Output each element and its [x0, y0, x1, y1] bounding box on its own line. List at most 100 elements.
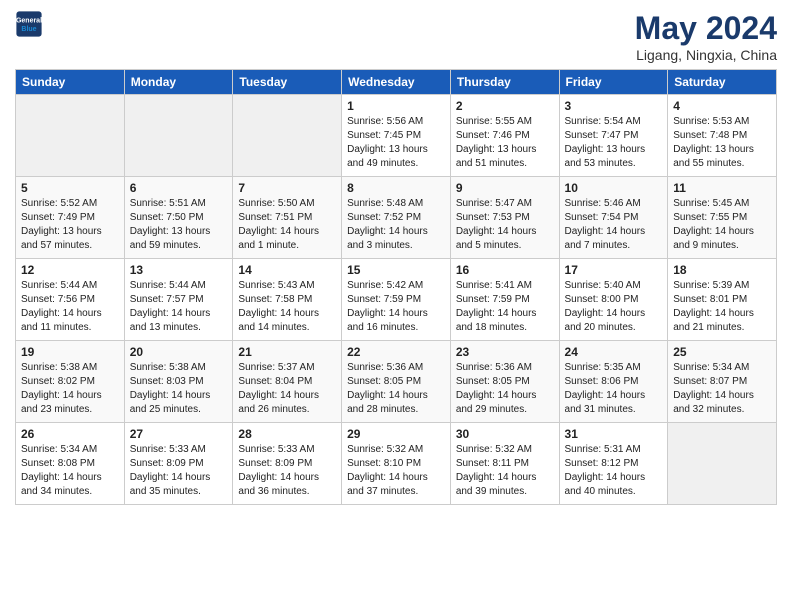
day-info: Sunrise: 5:38 AMSunset: 8:02 PMDaylight:… [21, 361, 119, 417]
day-info: Sunrise: 5:50 AMSunset: 7:51 PMDaylight:… [238, 197, 336, 253]
table-row: 3 Sunrise: 5:54 AMSunset: 7:47 PMDaylight… [559, 95, 668, 177]
table-row: 14 Sunrise: 5:43 AMSunset: 7:58 PMDayligh… [233, 259, 342, 341]
day-info: Sunrise: 5:34 AMSunset: 8:07 PMDaylight:… [673, 361, 771, 417]
day-info: Sunrise: 5:31 AMSunset: 8:12 PMDaylight:… [565, 443, 663, 499]
day-number: 7 [238, 181, 336, 195]
table-row: 25Sunrise: 5:34 AMSunset: 8:07 PMDayligh… [668, 341, 777, 423]
page-container: General Blue May 2024 Ligang, Ningxia, C… [0, 0, 792, 612]
table-row: 2Sunrise: 5:55 AMSunset: 7:46 PMDaylight… [450, 95, 559, 177]
col-tuesday: Tuesday [233, 70, 342, 95]
day-info: Sunrise: 5:53 AMSunset: 7:48 PMDaylight:… [673, 115, 771, 171]
day-number: 31 [565, 427, 663, 441]
day-info: Sunrise: 5:40 AMSunset: 8:00 PMDaylight:… [565, 279, 663, 335]
day-number: 15 [347, 263, 445, 277]
col-wednesday: Wednesday [342, 70, 451, 95]
table-row: 7 Sunrise: 5:50 AMSunset: 7:51 PMDaylight… [233, 177, 342, 259]
day-number: 5 [21, 181, 119, 195]
day-number: 1 [347, 99, 445, 113]
day-info: Sunrise: 5:45 AMSunset: 7:55 PMDaylight:… [673, 197, 771, 253]
day-info: Sunrise: 5:37 AMSunset: 8:04 PMDaylight:… [238, 361, 336, 417]
table-row [16, 95, 125, 177]
location: Ligang, Ningxia, China [635, 47, 777, 63]
table-row: 17 Sunrise: 5:40 AMSunset: 8:00 PMDayligh… [559, 259, 668, 341]
table-row: 8 Sunrise: 5:48 AMSunset: 7:52 PMDaylight… [342, 177, 451, 259]
day-info: Sunrise: 5:39 AMSunset: 8:01 PMDaylight:… [673, 279, 771, 335]
calendar-week-row: 1 Sunrise: 5:56 AMSunset: 7:45 PMDaylight… [16, 95, 777, 177]
table-row: 16 Sunrise: 5:41 AMSunset: 7:59 PMDayligh… [450, 259, 559, 341]
table-row: 18 Sunrise: 5:39 AMSunset: 8:01 PMDayligh… [668, 259, 777, 341]
day-number: 27 [130, 427, 228, 441]
day-info: Sunrise: 5:41 AMSunset: 7:59 PMDaylight:… [456, 279, 554, 335]
table-row: 10 Sunrise: 5:46 AMSunset: 7:54 PMDayligh… [559, 177, 668, 259]
day-info: Sunrise: 5:56 AMSunset: 7:45 PMDaylight:… [347, 115, 445, 171]
calendar-table: Sunday Monday Tuesday Wednesday Thursday… [15, 69, 777, 505]
day-number: 11 [673, 181, 771, 195]
day-info: Sunrise: 5:32 AMSunset: 8:10 PMDaylight:… [347, 443, 445, 499]
svg-text:General: General [16, 18, 42, 25]
day-number: 22 [347, 345, 445, 359]
table-row: 1 Sunrise: 5:56 AMSunset: 7:45 PMDaylight… [342, 95, 451, 177]
table-row: 11 Sunrise: 5:45 AMSunset: 7:55 PMDayligh… [668, 177, 777, 259]
day-number: 21 [238, 345, 336, 359]
table-row: 21 Sunrise: 5:37 AMSunset: 8:04 PMDayligh… [233, 341, 342, 423]
calendar-week-row: 19 Sunrise: 5:38 AMSunset: 8:02 PMDayligh… [16, 341, 777, 423]
col-saturday: Saturday [668, 70, 777, 95]
day-info: Sunrise: 5:33 AMSunset: 8:09 PMDaylight:… [130, 443, 228, 499]
day-info: Sunrise: 5:34 AMSunset: 8:08 PMDaylight:… [21, 443, 119, 499]
day-info: Sunrise: 5:42 AMSunset: 7:59 PMDaylight:… [347, 279, 445, 335]
table-row: 12 Sunrise: 5:44 AMSunset: 7:56 PMDayligh… [16, 259, 125, 341]
col-sunday: Sunday [16, 70, 125, 95]
table-row: 6 Sunrise: 5:51 AMSunset: 7:50 PMDaylight… [124, 177, 233, 259]
table-row [124, 95, 233, 177]
table-row: 30Sunrise: 5:32 AMSunset: 8:11 PMDayligh… [450, 423, 559, 505]
svg-text:Blue: Blue [21, 26, 36, 33]
table-row: 19 Sunrise: 5:38 AMSunset: 8:02 PMDayligh… [16, 341, 125, 423]
table-row: 20 Sunrise: 5:38 AMSunset: 8:03 PMDayligh… [124, 341, 233, 423]
day-number: 17 [565, 263, 663, 277]
table-row: 23Sunrise: 5:36 AMSunset: 8:05 PMDayligh… [450, 341, 559, 423]
day-info: Sunrise: 5:36 AMSunset: 8:05 PMDaylight:… [456, 361, 554, 417]
day-number: 16 [456, 263, 554, 277]
day-number: 9 [456, 181, 554, 195]
day-info: Sunrise: 5:43 AMSunset: 7:58 PMDaylight:… [238, 279, 336, 335]
day-number: 12 [21, 263, 119, 277]
table-row: 26 Sunrise: 5:34 AMSunset: 8:08 PMDayligh… [16, 423, 125, 505]
table-row: 27 Sunrise: 5:33 AMSunset: 8:09 PMDayligh… [124, 423, 233, 505]
day-info: Sunrise: 5:52 AMSunset: 7:49 PMDaylight:… [21, 197, 119, 253]
col-thursday: Thursday [450, 70, 559, 95]
table-row: 13Sunrise: 5:44 AMSunset: 7:57 PMDayligh… [124, 259, 233, 341]
day-number: 13 [130, 263, 228, 277]
day-info: Sunrise: 5:54 AMSunset: 7:47 PMDaylight:… [565, 115, 663, 171]
header: General Blue May 2024 Ligang, Ningxia, C… [15, 10, 777, 63]
day-number: 10 [565, 181, 663, 195]
day-info: Sunrise: 5:51 AMSunset: 7:50 PMDaylight:… [130, 197, 228, 253]
day-number: 18 [673, 263, 771, 277]
logo-icon: General Blue [15, 10, 43, 38]
table-row: 15 Sunrise: 5:42 AMSunset: 7:59 PMDayligh… [342, 259, 451, 341]
table-row: 28Sunrise: 5:33 AMSunset: 8:09 PMDayligh… [233, 423, 342, 505]
calendar-week-row: 5 Sunrise: 5:52 AMSunset: 7:49 PMDaylight… [16, 177, 777, 259]
day-number: 6 [130, 181, 228, 195]
day-number: 4 [673, 99, 771, 113]
day-info: Sunrise: 5:36 AMSunset: 8:05 PMDaylight:… [347, 361, 445, 417]
day-number: 28 [238, 427, 336, 441]
title-block: May 2024 Ligang, Ningxia, China [635, 10, 777, 63]
day-number: 19 [21, 345, 119, 359]
day-number: 8 [347, 181, 445, 195]
table-row: 31 Sunrise: 5:31 AMSunset: 8:12 PMDayligh… [559, 423, 668, 505]
day-number: 14 [238, 263, 336, 277]
day-info: Sunrise: 5:48 AMSunset: 7:52 PMDaylight:… [347, 197, 445, 253]
day-info: Sunrise: 5:47 AMSunset: 7:53 PMDaylight:… [456, 197, 554, 253]
day-info: Sunrise: 5:38 AMSunset: 8:03 PMDaylight:… [130, 361, 228, 417]
day-info: Sunrise: 5:46 AMSunset: 7:54 PMDaylight:… [565, 197, 663, 253]
day-number: 29 [347, 427, 445, 441]
day-number: 30 [456, 427, 554, 441]
day-number: 3 [565, 99, 663, 113]
day-number: 26 [21, 427, 119, 441]
day-number: 24 [565, 345, 663, 359]
table-row: 4 Sunrise: 5:53 AMSunset: 7:48 PMDaylight… [668, 95, 777, 177]
month-title: May 2024 [635, 10, 777, 47]
day-number: 2 [456, 99, 554, 113]
day-info: Sunrise: 5:44 AMSunset: 7:56 PMDaylight:… [21, 279, 119, 335]
day-number: 20 [130, 345, 228, 359]
